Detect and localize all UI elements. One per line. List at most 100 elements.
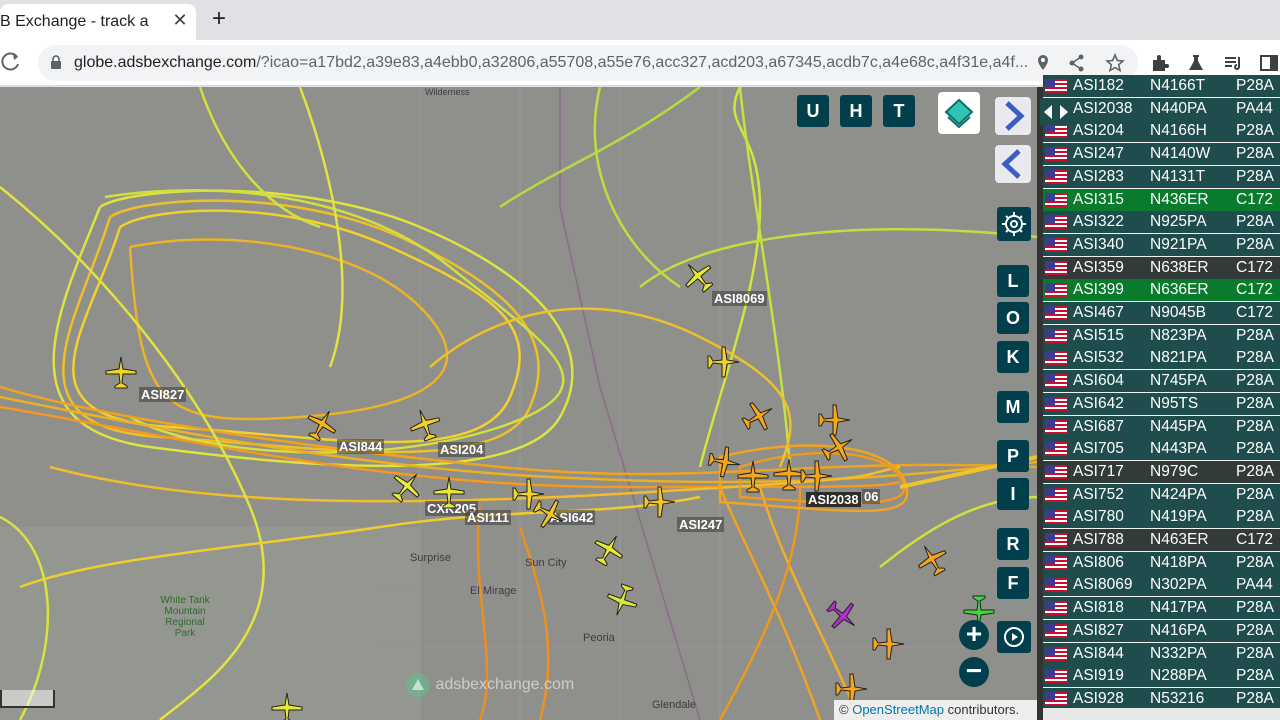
aircraft-row[interactable]: ASI532 N821PA P28A [1043,347,1280,370]
aircraft-row[interactable]: ASI515 N823PA P28A [1043,324,1280,347]
u-button[interactable]: U [797,95,829,127]
aircraft-row[interactable]: ASI827 N416PA P28A [1043,619,1280,642]
t-button[interactable]: T [883,95,915,127]
media-queue-icon[interactable] [1222,52,1244,74]
flight-map[interactable]: Surprise Sun City El Mirage Peoria Glend… [0,87,1037,720]
lab-flask-icon[interactable] [1185,52,1207,74]
aircraft-row[interactable]: ASI752 N424PA P28A [1043,483,1280,506]
plane-icon[interactable] [432,475,466,509]
o-button[interactable]: O [997,302,1029,334]
aircraft-type-cell: P28A [1236,394,1274,412]
aircraft-row[interactable]: ASI399 N636ER C172 [1043,279,1280,302]
aircraft-row[interactable]: ASI642 N95TS P28A [1043,392,1280,415]
horizontal-scrollbar[interactable] [1043,708,1280,720]
location-pin-icon[interactable] [1032,52,1054,74]
us-flag-icon [1045,124,1067,139]
plane-label[interactable]: ASI204 [438,442,486,457]
aircraft-row[interactable]: ASI2038 N440PA PA44 [1043,97,1280,120]
m-button[interactable]: M [997,391,1029,423]
reload-icon[interactable] [0,51,22,73]
plane-icon[interactable] [707,345,741,379]
registration-cell: N638ER [1150,258,1209,276]
i-button[interactable]: I [997,478,1029,510]
aircraft-type-cell: P28A [1236,621,1274,639]
p-button[interactable]: P [997,440,1029,472]
aircraft-row[interactable]: ASI928 N53216 P28A [1043,687,1280,710]
aircraft-row[interactable]: ASI322 N925PA P28A [1043,211,1280,234]
callsign-cell: ASI8069 [1073,576,1133,594]
aircraft-type-cell: P28A [1236,167,1274,185]
aircraft-type-cell: P28A [1236,485,1274,503]
aircraft-row[interactable]: ASI315 N436ER C172 [1043,188,1280,211]
aircraft-row[interactable]: ASI919 N288PA P28A [1043,665,1280,688]
plane-label[interactable]: ASI827 [139,387,187,402]
aircraft-row[interactable]: ASI806 N418PA P28A [1043,551,1280,574]
aircraft-row[interactable]: ASI8069 N302PA PA44 [1043,574,1280,597]
openstreetmap-link[interactable]: OpenStreetMap [852,702,944,717]
bookmark-star-icon[interactable] [1104,52,1126,74]
plane-label[interactable]: 06 [862,489,881,504]
aircraft-row[interactable]: ASI204 N4166H P28A [1043,120,1280,143]
registration-cell: N288PA [1150,667,1207,685]
new-tab-button[interactable]: + [206,7,232,32]
callsign-cell: ASI844 [1073,644,1124,662]
address-bar[interactable]: globe.adsbexchange.com/?icao=a17bd2,a39e… [38,45,1138,81]
aircraft-type-cell: P28A [1236,508,1274,526]
aircraft-row[interactable]: ASI467 N9045B C172 [1043,302,1280,324]
registration-cell: N417PA [1150,599,1207,617]
l-button[interactable]: L [997,265,1029,297]
callsign-cell: ASI604 [1073,372,1124,390]
us-flag-icon [1045,578,1067,593]
aircraft-row[interactable]: ASI283 N4131T P28A [1043,165,1280,188]
zoom-in-button[interactable]: + [959,620,989,650]
settings-button[interactable] [997,207,1031,241]
aircraft-row[interactable]: ASI717 N979C P28A [1043,460,1280,483]
plane-icon[interactable] [800,459,834,493]
aircraft-row[interactable]: ASI247 N4140W P28A [1043,143,1280,166]
aircraft-row[interactable]: ASI359 N638ER C172 [1043,256,1280,279]
aircraft-row[interactable]: ASI788 N463ER C172 [1043,529,1280,551]
watermark-text: adsbexchange.com [435,676,575,694]
f-button[interactable]: F [997,567,1029,599]
replay-button[interactable] [997,621,1031,653]
aircraft-row[interactable]: ASI780 N419PA P28A [1043,506,1280,529]
plane-icon[interactable] [872,627,906,661]
aircraft-row[interactable]: ASI844 N332PA P28A [1043,642,1280,665]
close-tab-icon[interactable]: ✕ [170,10,190,30]
plane-label[interactable]: ASI844 [337,439,385,454]
browser-tab[interactable]: B Exchange - track a ✕ [0,4,196,40]
aircraft-row[interactable]: ASI604 N745PA P28A [1043,370,1280,393]
aircraft-type-cell: P28A [1236,122,1274,140]
zoom-out-button[interactable]: − [959,657,989,687]
aircraft-row[interactable]: ASI818 N417PA P28A [1043,597,1280,620]
extensions-icon[interactable] [1149,52,1171,74]
plane-icon[interactable] [270,691,304,720]
plane-label[interactable]: ASI111 [465,510,511,525]
plane-label[interactable]: ASI247 [677,517,725,532]
k-button[interactable]: K [997,341,1029,373]
map-layers-button[interactable] [938,92,980,134]
lock-icon[interactable] [50,55,62,69]
side-panel-icon[interactable] [1258,52,1280,74]
place-label: Peoria [583,632,615,644]
place-label: Surprise [410,552,451,564]
callsign-cell: ASI780 [1073,508,1124,526]
aircraft-row[interactable]: ASI705 N443PA P28A [1043,438,1280,461]
expand-right-button[interactable] [995,97,1031,135]
plane-icon[interactable] [104,355,138,389]
us-flag-icon [1045,555,1067,570]
aircraft-row[interactable]: ASI687 N445PA P28A [1043,415,1280,438]
aircraft-row[interactable]: ASI182 N4166T P28A [1043,75,1280,97]
aircraft-type-cell: P28A [1236,599,1274,617]
aircraft-row[interactable]: ASI340 N921PA P28A [1043,233,1280,256]
h-button[interactable]: H [840,95,872,127]
collapse-left-button[interactable] [995,145,1031,183]
toggle-sidebar-button[interactable] [1040,99,1072,125]
plane-label[interactable]: ASI8069 [712,291,767,306]
share-icon[interactable] [1066,52,1088,74]
r-button[interactable]: R [997,528,1029,560]
plane-icon[interactable] [736,459,770,493]
plane-icon[interactable] [643,485,677,519]
plane-label[interactable]: ASI2038 [806,492,861,507]
registration-cell: N636ER [1150,281,1209,299]
